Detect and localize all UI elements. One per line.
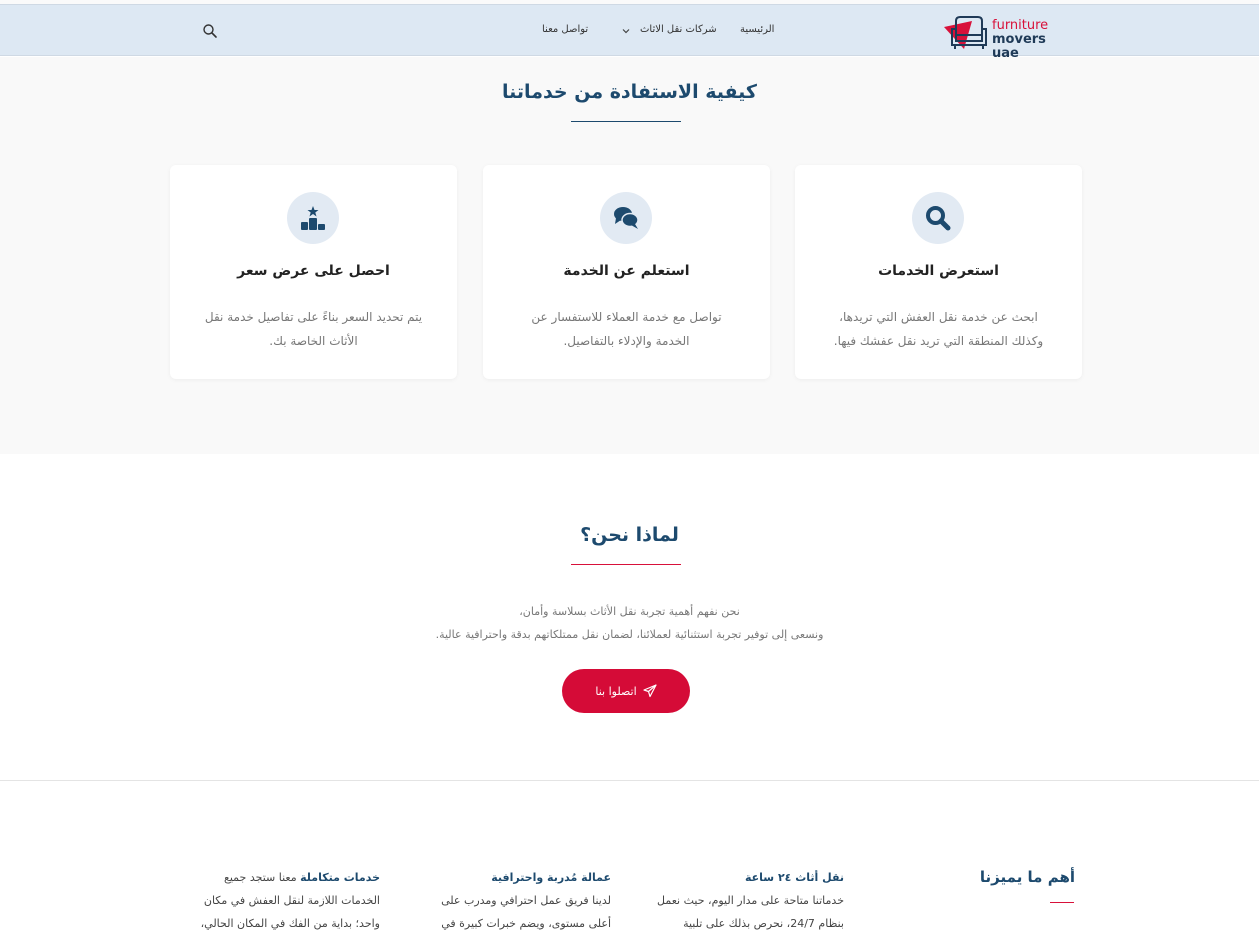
- card-title: استعرض الخدمات: [878, 263, 999, 279]
- feature-text: خدماتنا متاحة على مدار اليوم، حيث نعمل ب…: [657, 894, 844, 930]
- card-description-line: وكذلك المنطقة التي تريد نقل عفشك فيها.: [833, 334, 1044, 348]
- nav-companies[interactable]: شركات نقل الاثاث: [640, 24, 717, 35]
- feature-title: عمالة مُدربة واحترافية: [491, 871, 611, 884]
- card-icon-circle: [912, 192, 964, 244]
- why-description-line: نحن نفهم أهمية تجربة نقل الأثاث بسلاسة و…: [519, 605, 740, 618]
- card-get-quote: احصل على عرض سعر يتم تحديد السعر بناءً ع…: [170, 165, 457, 379]
- search-icon[interactable]: [202, 23, 218, 39]
- feature-title: خدمات متكاملة: [300, 871, 380, 884]
- how-title: كيفية الاستفادة من خدماتنا: [502, 81, 757, 103]
- card-inquire-service: استعلم عن الخدمة تواصل مع خدمة العملاء ل…: [483, 165, 770, 379]
- chevron-down-icon[interactable]: [620, 25, 632, 37]
- armchair-icon: [944, 16, 987, 49]
- card-description: ابحث عن خدمة نقل العفش التي تريدها، وكذل…: [820, 305, 1057, 353]
- why-description: نحن نفهم أهمية تجربة نقل الأثاث بسلاسة و…: [0, 600, 1259, 646]
- site-header: furniture movers uae الرئيسية شركات نقل …: [0, 4, 1259, 61]
- features-heading-divider: [1050, 902, 1074, 903]
- card-description: يتم تحديد السعر بناءً على تفاصيل خدمة نق…: [195, 305, 432, 353]
- contact-us-label: اتصلوا بنا: [595, 684, 637, 698]
- card-description-line: الأثاث الخاصة بك.: [269, 334, 358, 348]
- card-browse-services: استعرض الخدمات ابحث عن خدمة نقل العفش ال…: [795, 165, 1082, 379]
- why-us-section: لماذا نحن؟ نحن نفهم أهمية تجربة نقل الأث…: [0, 454, 1259, 781]
- card-title: احصل على عرض سعر: [237, 263, 390, 279]
- why-title-divider: [571, 564, 681, 565]
- card-description-line: تواصل مع خدمة العملاء للاستفسار عن: [531, 310, 722, 324]
- feature-text: لدينا فريق عمل احترافي ومدرب على أعلى مس…: [441, 894, 611, 930]
- why-title: لماذا نحن؟: [580, 524, 679, 546]
- site-logo[interactable]: furniture movers uae: [942, 11, 1072, 61]
- nav-contact[interactable]: تواصل معنا: [542, 24, 588, 35]
- card-title: استعلم عن الخدمة: [563, 263, 690, 279]
- podium-icon: [301, 206, 325, 230]
- card-description: تواصل مع خدمة العملاء للاستفسار عن الخدم…: [508, 305, 745, 353]
- nav-home[interactable]: الرئيسية: [740, 24, 774, 35]
- card-description-line: ابحث عن خدمة نقل العفش التي تريدها،: [839, 310, 1038, 324]
- contact-us-button[interactable]: اتصلوا بنا: [562, 669, 690, 713]
- search-icon: [926, 206, 951, 231]
- feature-integrated-services: خدمات متكاملة معنا ستجد جميع الخدمات الل…: [190, 866, 380, 937]
- card-description-line: يتم تحديد السعر بناءً على تفاصيل خدمة نق…: [204, 310, 423, 324]
- how-title-divider: [571, 121, 681, 122]
- why-description-line: ونسعى إلى توفير تجربة استثنائية لعملائنا…: [435, 628, 824, 641]
- chat-icon: [614, 207, 639, 229]
- features-heading: أهم ما يميزنا: [979, 868, 1075, 886]
- card-description-line: الخدمة والإدلاء بالتفاصيل.: [563, 334, 690, 348]
- card-icon-circle: [287, 192, 339, 244]
- feature-trained-labor: عمالة مُدربة واحترافية لدينا فريق عمل اح…: [421, 866, 611, 937]
- how-it-works-section: كيفية الاستفادة من خدماتنا استعرض الخدما…: [0, 57, 1259, 454]
- feature-title: نقل أثاث ٢٤ ساعة: [744, 871, 844, 884]
- send-icon: [643, 684, 657, 698]
- feature-24h-moving: نقل أثاث ٢٤ ساعة خدماتنا متاحة على مدار …: [654, 866, 844, 937]
- logo-text-top: furniture: [992, 18, 1049, 33]
- card-icon-circle: [600, 192, 652, 244]
